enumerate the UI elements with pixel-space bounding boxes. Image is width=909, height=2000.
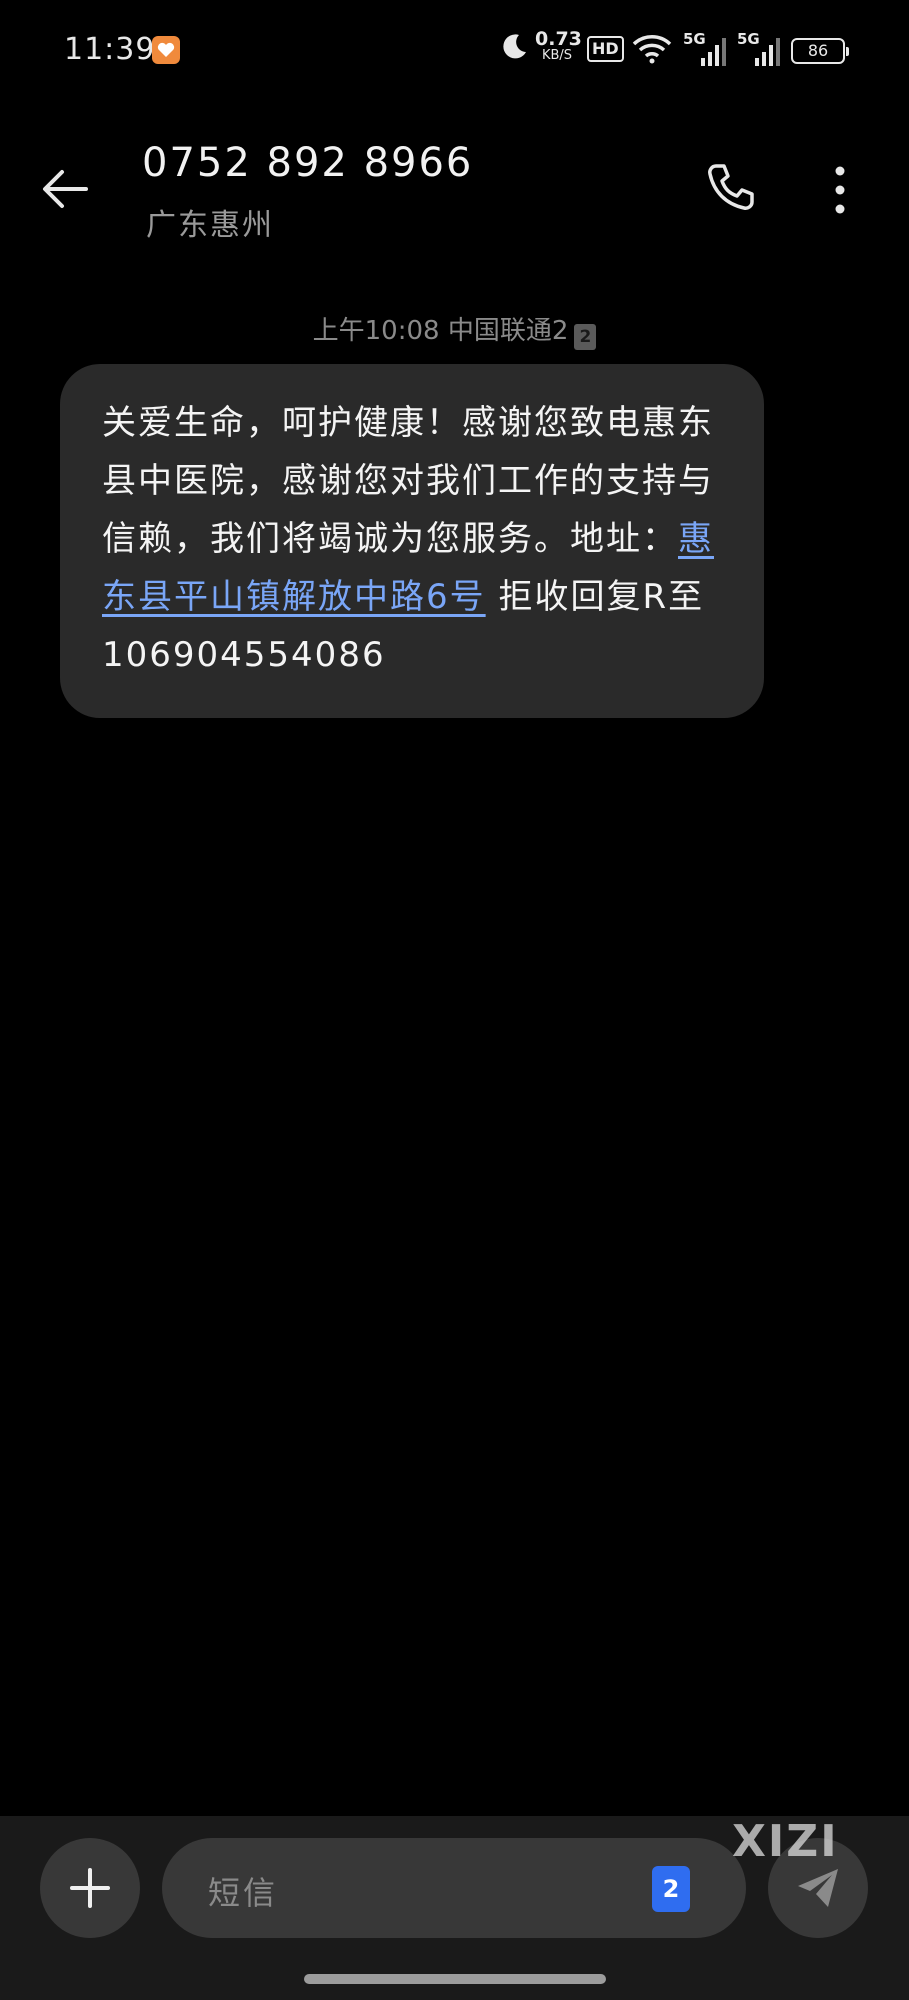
sim-select-button[interactable]: 2 (652, 1866, 690, 1912)
sms-input[interactable]: 短信 2 (162, 1838, 746, 1938)
do-not-disturb-icon (503, 34, 526, 59)
more-vertical-icon (835, 166, 845, 214)
network-speed-unit: KB/S (541, 48, 573, 63)
status-bar: 11:39 0.73 KB/S HD 5G 5G 86 (0, 0, 909, 100)
send-icon (798, 1869, 838, 1907)
more-options-button[interactable] (822, 162, 858, 218)
compose-bar: 短信 2 XIZI (0, 1816, 909, 2000)
network-speed-value: 0.73 (535, 28, 582, 50)
message-timestamp: 上午10:08 中国联通2 2 (0, 310, 909, 350)
message-text: 关爱生命，呵护健康！感谢您致电惠东县中医院，感谢您对我们工作的支持与信赖，我们将… (102, 403, 714, 559)
phone-icon (708, 164, 754, 210)
hd-voice-icon: HD (587, 36, 624, 62)
status-time: 11:39 (64, 32, 156, 67)
message-bubble[interactable]: 关爱生命，呵护健康！感谢您致电惠东县中医院，感谢您对我们工作的支持与信赖，我们将… (60, 364, 764, 718)
notification-app-icon (152, 36, 180, 64)
call-button[interactable] (706, 162, 758, 214)
contact-location: 广东惠州 (146, 208, 274, 243)
plus-icon (70, 1868, 110, 1908)
back-button[interactable] (40, 164, 100, 224)
wifi-icon (632, 35, 672, 64)
battery-icon: 86 (791, 38, 849, 64)
message-time: 上午10:08 (312, 316, 440, 346)
contact-number: 0752 892 8966 (142, 140, 474, 186)
sms-input-placeholder: 短信 (208, 1874, 279, 1912)
watermark-logo: XIZI (732, 1816, 839, 1867)
home-indicator[interactable] (304, 1974, 606, 1984)
sim-card-icon: 2 (574, 324, 597, 350)
message-carrier: 中国联通2 (447, 316, 569, 346)
arrow-left-icon (43, 170, 88, 208)
add-attachment-button[interactable] (40, 1838, 140, 1938)
network-speed: 0.73 KB/S (535, 28, 582, 63)
